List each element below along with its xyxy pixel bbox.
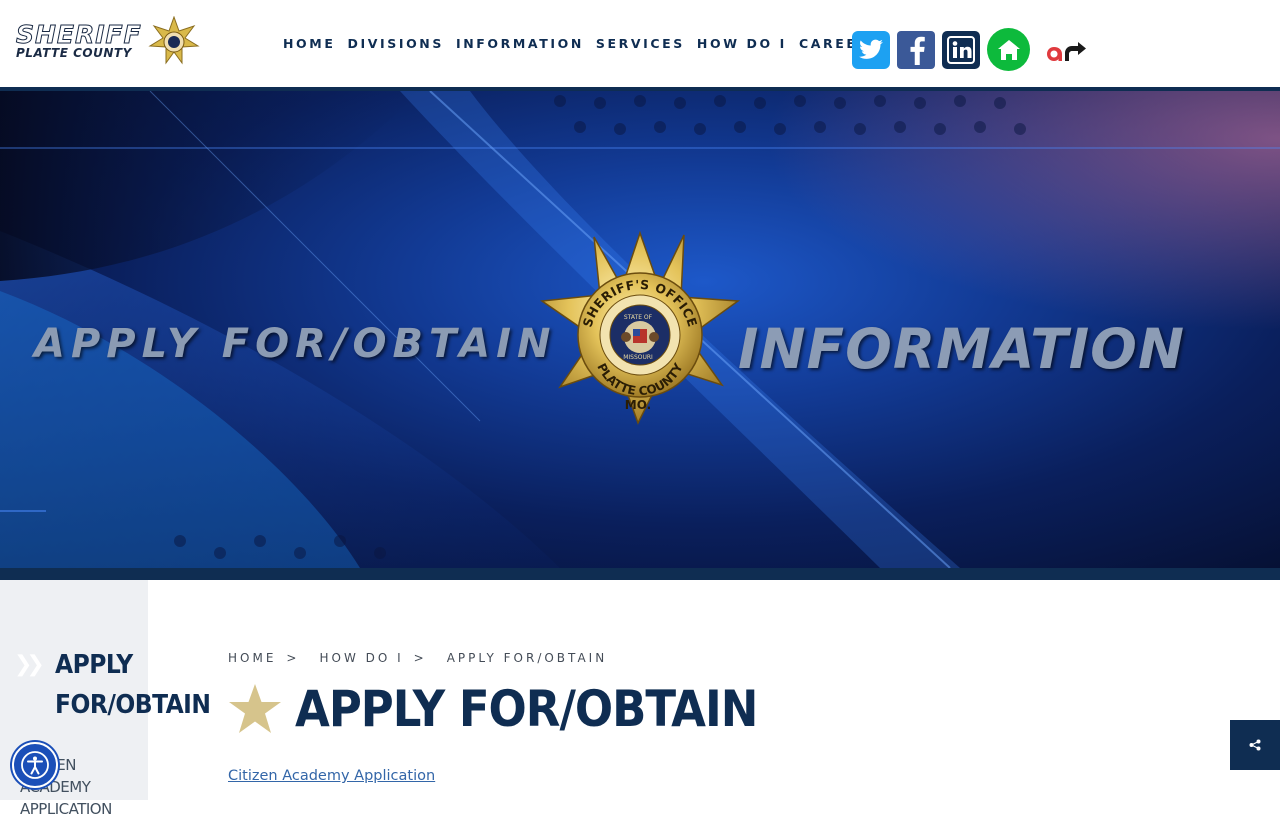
linkedin-icon[interactable] (942, 30, 980, 69)
nav-divisions[interactable]: DIVISIONS (347, 36, 444, 51)
sidebar-title: APPLY FOR/OBTAIN (55, 650, 211, 720)
star-icon (229, 684, 281, 733)
double-chevron-icon: ❯❯ (14, 652, 45, 677)
share-button[interactable] (1230, 720, 1280, 770)
banner-left-text: APPLY FOR/OBTAIN (34, 321, 557, 367)
share-icon (1249, 739, 1261, 751)
breadcrumb-home[interactable]: HOME > (228, 651, 309, 665)
nav-how-do-i[interactable]: HOW DO I (697, 36, 787, 51)
social-links (852, 28, 1097, 71)
breadcrumb-separator: > (286, 651, 300, 665)
accessibility-button[interactable] (12, 742, 58, 788)
breadcrumb-how-do-i[interactable]: HOW DO I > (319, 651, 436, 665)
logo-county-text: PLATTE COUNTY (16, 46, 132, 60)
nav-information[interactable]: INFORMATION (456, 36, 584, 51)
twitter-icon[interactable] (852, 30, 890, 69)
accessibility-icon (21, 751, 49, 779)
site-header: SHERIFF PLATTE COUNTY HOME DIVISIONS INF… (0, 0, 1280, 87)
sheriff-badge-icon (148, 16, 200, 65)
seal-top-text: STATE OF (624, 314, 653, 321)
sheriff-star-badge: SHERIFF'S OFFICE PLATTE COUNTY STATE OF … (539, 230, 741, 425)
breadcrumb-current: APPLY FOR/OBTAIN (446, 651, 608, 665)
logo-sheriff-text: SHERIFF (16, 20, 142, 50)
badge-state-text: MO. (625, 398, 651, 412)
hero-banner: APPLY FOR/OBTAIN INFORMATION SHERIFF'S O… (0, 91, 1280, 568)
citizen-academy-link[interactable]: Citizen Academy Application (228, 768, 435, 784)
nav-services[interactable]: SERVICES (596, 36, 685, 51)
alertreach-icon[interactable] (1040, 31, 1090, 69)
banner-right-text: INFORMATION (738, 317, 1185, 381)
breadcrumb-separator: > (413, 651, 427, 665)
facebook-icon[interactable] (897, 30, 935, 69)
banner-bottom-bar (0, 568, 1280, 580)
main-nav: HOME DIVISIONS INFORMATION SERVICES HOW … (283, 36, 893, 51)
sheriff-logo[interactable]: SHERIFF PLATTE COUNTY (14, 16, 200, 68)
nav-home[interactable]: HOME (283, 36, 335, 51)
page-title: APPLY FOR/OBTAIN (295, 680, 758, 738)
seal-bottom-text: MISSOURI (623, 354, 653, 361)
breadcrumb: HOME > HOW DO I > APPLY FOR/OBTAIN (228, 651, 617, 665)
nextdoor-icon[interactable] (987, 28, 1030, 71)
